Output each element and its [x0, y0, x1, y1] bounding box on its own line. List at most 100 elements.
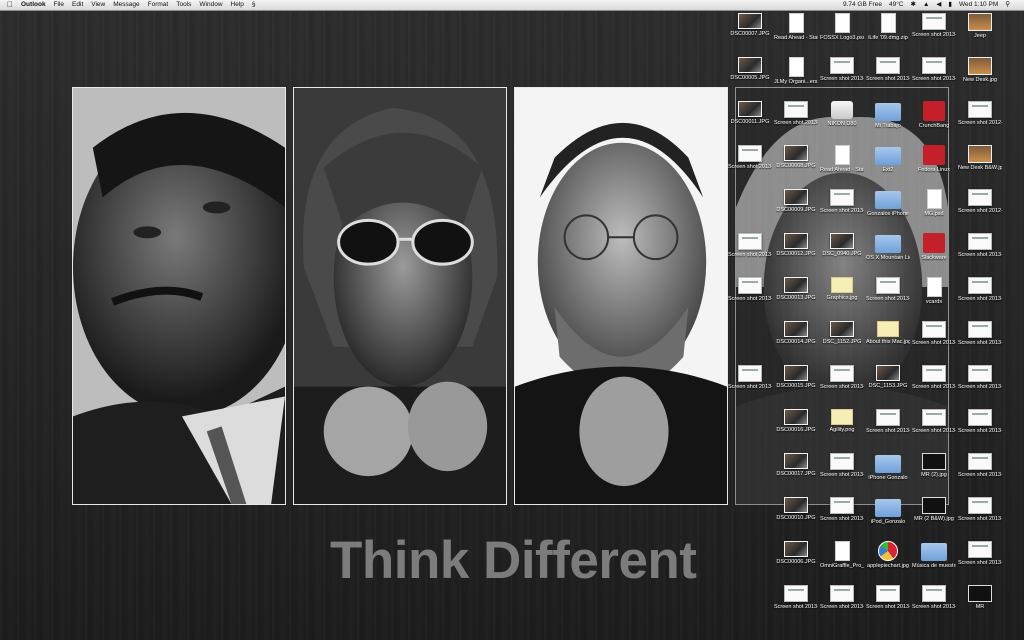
desktop-icon-applepiechart-jpg[interactable]: applepiechart.jpg	[866, 541, 910, 570]
desktop-icon-dsc00017-jpg[interactable]: DSC00017.JPG	[774, 453, 818, 478]
desktop-icon-screen-shot-2012-54-pm[interactable]: Screen shot 2012-....54 PM	[958, 189, 1002, 215]
desktop-icon-screen-shot-2013-57-pm[interactable]: Screen shot 2013-....57 PM	[912, 57, 956, 83]
desktop-icon-agility-png[interactable]: Agility.png	[820, 409, 864, 434]
screenshot-file-icon	[830, 189, 854, 206]
desktop-icon-screen-shot-2013-48-pm[interactable]: Screen shot 2013-....48 PM	[774, 585, 818, 611]
menu-window[interactable]: Window	[199, 0, 222, 10]
desktop-icon-screen-shot-2013-31-pm[interactable]: Screen shot 2013-....31 PM	[866, 585, 910, 611]
script-menu-icon[interactable]: §	[252, 0, 256, 10]
wifi-icon[interactable]: ▲	[923, 0, 929, 10]
file-icon	[788, 13, 804, 33]
desktop-icon-screen-shot-2013-16-pm[interactable]: Screen shot 2013-....16 PM	[820, 189, 864, 215]
desktop-icon-omnigraffle-pro-5-l-dmg[interactable]: OmniGraffle_Pro_5_...l.dmg	[820, 541, 864, 570]
spotlight-search-icon[interactable]: ⚲	[1005, 0, 1010, 10]
desktop-icon-screen-shot-2013-35-am[interactable]: Screen shot 2013-....35 AM	[728, 277, 772, 303]
desktop-icon-jlmy-organi-ers-xls[interactable]: JLMy Organi...ers.xls	[774, 57, 818, 86]
desktop-icon-screen-shot-2013-40-am[interactable]: Screen shot 2013-....40 AM	[774, 101, 818, 127]
desktop-icon-screen-shot-2013-37-pm[interactable]: Screen shot 2013-....37 PM	[912, 365, 956, 391]
menu-edit[interactable]: Edit	[72, 0, 83, 10]
menu-message[interactable]: Message	[113, 0, 139, 10]
desktop-icon-screen-shot-2013-39-pm[interactable]: Screen shot 2013-....39 PM	[958, 497, 1002, 523]
menu-file[interactable]: File	[54, 0, 64, 10]
desktop-icon-dsc-1152-jpg[interactable]: DSC_1152.JPG	[820, 321, 864, 346]
desktop-icon-read-ahead-staff-c-docx[interactable]: Read Ahead - Staff C....docx	[820, 145, 864, 174]
desktop-icon-mr-2-jpg[interactable]: MR (2).jpg	[912, 453, 956, 479]
desktop-icon-ilife-09-dmg-zip[interactable]: iLife '09.dmg.zip	[866, 13, 910, 42]
desktop-icon-dsc00012-jpg[interactable]: DSC00012.JPG	[774, 233, 818, 258]
desktop-icon-m-sica-de-muestra[interactable]: Música de muestra	[912, 541, 956, 570]
desktop-icon-jeep[interactable]: Jeep	[958, 13, 1002, 40]
desktop-icon-slackware[interactable]: Slackware	[912, 233, 956, 262]
desktop-icon-os-x-mountain-lion-install[interactable]: OS X Mountain Lion Install	[866, 233, 910, 262]
desktop-icon-screen-shot-2013-45-pm[interactable]: Screen shot 2013-....45 PM	[958, 409, 1002, 435]
desktop-icon-dsc00005-jpg[interactable]: DSC00005.JPG	[728, 57, 772, 82]
desktop-icon-dsc-1153-jpg[interactable]: DSC_1153.JPG	[866, 365, 910, 390]
temperature-status[interactable]: 49°C	[889, 0, 904, 10]
desktop-icon-dsc00016-jpg[interactable]: DSC00016.JPG	[774, 409, 818, 434]
desktop-icon-nikon-d80[interactable]: NIKON D80	[820, 101, 864, 128]
menubar-clock[interactable]: Wed 1:10 PM	[959, 0, 998, 10]
volume-icon[interactable]: ◀	[936, 0, 941, 10]
desktop-icon-graphics-jpg[interactable]: Graphics.jpg	[820, 277, 864, 302]
desktop-icon-dsc00009-jpg[interactable]: DSC00009.JPG	[774, 189, 818, 214]
desktop-icon-screen-shot-2013-44-am[interactable]: Screen shot 2013-....44 AM	[958, 365, 1002, 391]
desktop-icon-mi-trabajo[interactable]: Mi Trabajo	[866, 101, 910, 130]
desktop-icon-iphone-gonzalo[interactable]: iPhone Gonzalo	[866, 453, 910, 482]
desktop-icon-screen-shot-2012-44-pm[interactable]: Screen shot 2012-....44 PM	[958, 101, 1002, 127]
desktop-icon-about-this-mac-jpg[interactable]: About this Mac.jpg	[866, 321, 910, 346]
desktop-icon-mg-psd[interactable]: MG.psd	[912, 189, 956, 218]
desktop-icon-crunchbang[interactable]: CrunchBang	[912, 101, 956, 130]
apple-menu-icon[interactable]: 	[7, 0, 13, 10]
desktop-icon-ipod-gonzalo[interactable]: iPod_Gonzalo	[866, 497, 910, 526]
desktop-icon-screen-shot-2013-30-pm[interactable]: Screen shot 2013-....30 PM	[958, 453, 1002, 479]
desktop-icon-dsc00007-jpg[interactable]: DSC00007.JPG	[728, 13, 772, 38]
desktop-icon-dsc00014-jpg[interactable]: DSC00014.JPG	[774, 321, 818, 346]
desktop-icon-screen-shot-2013-45-pm[interactable]: Screen shot 2013-....45 PM	[958, 321, 1002, 347]
desktop-icon-screen-shot-2013-26-am[interactable]: Screen shot 2013-....26 AM	[728, 145, 772, 171]
menu-tools[interactable]: Tools	[176, 0, 191, 10]
desktop-icon-new-desk-jpg[interactable]: New Desk.jpg	[958, 57, 1002, 84]
desktop-icon-ext2[interactable]: Ext2	[866, 145, 910, 174]
menu-help[interactable]: Help	[231, 0, 244, 10]
desktop-icon-vcards[interactable]: vcards	[912, 277, 956, 306]
desktop-icon-label: Graphics.jpg	[826, 295, 858, 301]
desktop-icon-fedora-linux[interactable]: Fedora Linux	[912, 145, 956, 174]
desktop-icon-screen-shot-2013-22-pm[interactable]: Screen shot 2013-....22 PM	[820, 365, 864, 391]
desktop-icon-dsc00006-jpg[interactable]: DSC00006.JPG	[774, 541, 818, 566]
menu-format[interactable]: Format	[148, 0, 169, 10]
app-menu[interactable]: Outlook	[21, 0, 46, 10]
menu-view[interactable]: View	[91, 0, 105, 10]
desktop-icon-dsc00011-jpg[interactable]: DSC00011.JPG	[728, 101, 772, 126]
desktop-icon-mr-2-b-w-jpg[interactable]: MR (2 B&W).jpg	[912, 497, 956, 523]
desktop-icon-dsc00013-jpg[interactable]: DSC00013.JPG	[774, 277, 818, 302]
desktop-icon-read-ahead-staff-c-docx[interactable]: Read Ahead - Staff C...).docx	[774, 13, 818, 42]
desktop-icon-screen-shot-2013-50-pm[interactable]: Screen shot 2013-....50 PM	[820, 453, 864, 479]
desktop-icon-screen-shot-2013-55-pm[interactable]: Screen shot 2013-....55 PM	[912, 409, 956, 435]
desktop-icon-dsc00015-jpg[interactable]: DSC00015.JPG	[774, 365, 818, 390]
desktop-icon-screen-shot-2013-45-pm[interactable]: Screen shot 2013-....45 PM	[958, 233, 1002, 259]
desktop-icon-screen-shot-2013-14-pm[interactable]: Screen shot 2013-....14 PM	[866, 409, 910, 435]
desktop-icon-dsc-0940-jpg[interactable]: DSC_0940.JPG	[820, 233, 864, 258]
desktop-icon-mr[interactable]: MR	[958, 585, 1002, 611]
desktop-icon-screen-shot-2013-50-am[interactable]: Screen shot 2013-....50 AM	[728, 365, 772, 391]
desktop-icon-screen-shot-2013-23-pm[interactable]: Screen shot 2013-....23 PM	[912, 585, 956, 611]
desktop-icon-gonzalos-iphone[interactable]: Gonzalos iPhone	[866, 189, 910, 218]
desktop-icon-screen-shot-2013-03-pm[interactable]: Screen shot 2013-....03 PM	[820, 497, 864, 523]
free-space-status[interactable]: 9.74 GB Free	[843, 0, 882, 10]
desktop-icon-screen-shot-2013-34-pm[interactable]: Screen shot 2013-....34 PM	[820, 585, 864, 611]
screenshot-file-icon	[876, 57, 900, 74]
bluetooth-icon[interactable]: ✱	[911, 0, 916, 10]
desktop-icon-dsc00010-jpg[interactable]: DSC00010.JPG	[774, 497, 818, 522]
desktop-icon-screen-shot-2013-30-am[interactable]: Screen shot 2013-....30 AM	[728, 233, 772, 259]
battery-icon[interactable]: ▮	[948, 0, 952, 10]
desktop-icon-screen-shot-2013-50-pm[interactable]: Screen shot 2013-....50 PM	[866, 277, 910, 303]
desktop-icon-screen-shot-2013-08-am[interactable]: Screen shot 2013-....08 AM	[820, 57, 864, 83]
desktop-icon-screen-shot-2013-45-pm[interactable]: Screen shot 2013-....45 PM	[958, 277, 1002, 303]
desktop-icon-fossx-logo3-psd[interactable]: FOSSX Logo3.psd	[820, 13, 864, 42]
desktop-icon-dsc00008-jpg[interactable]: DSC00008.JPG	[774, 145, 818, 170]
desktop-icon-screen-shot-2013-42-pm[interactable]: Screen shot 2013-....42 PM	[912, 321, 956, 347]
desktop-icon-screen-shot-2013-46-pm[interactable]: Screen shot 2013-....46 PM	[912, 13, 956, 39]
desktop-icon-screen-shot-2013-28-pm[interactable]: Screen shot 2013-....28 PM	[866, 57, 910, 83]
desktop-icon-new-desk-b-w-jpg[interactable]: New Desk B&W.jpg	[958, 145, 1002, 172]
desktop-icon-screen-shot-2013-27-pm[interactable]: Screen shot 2013-....27 PM	[958, 541, 1002, 567]
